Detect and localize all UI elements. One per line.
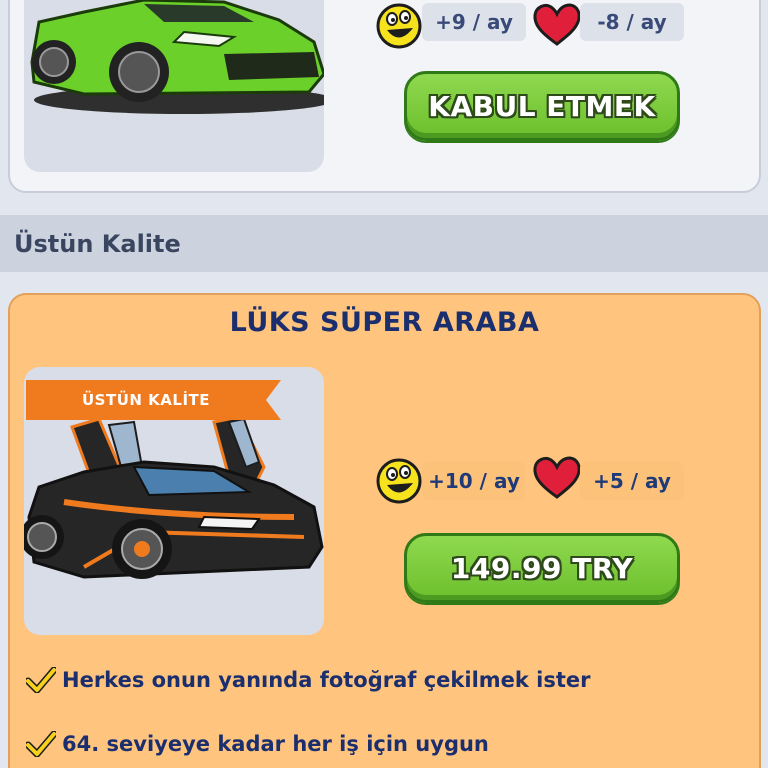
love-per-month: +5 / ay bbox=[580, 462, 684, 500]
heart-icon bbox=[533, 3, 581, 46]
accept-button[interactable]: KABUL ETMEK bbox=[404, 71, 680, 141]
feature-text: 64. seviyeye kadar her iş için uygun bbox=[62, 732, 489, 756]
heart-icon bbox=[533, 456, 581, 499]
feature-item: Herkes onun yanında fotoğraf çekilmek is… bbox=[26, 667, 591, 693]
premium-ribbon-label: ÜSTÜN KALİTE bbox=[81, 391, 211, 409]
happiness-per-month: +9 / ay bbox=[422, 3, 526, 41]
section-header-premium: Üstün Kalite bbox=[0, 215, 768, 272]
offer-card-luxury-supercar: LÜKS SÜPER ARABA ÜSTÜN KALİTE +10 / ay +… bbox=[8, 293, 761, 768]
checkmark-icon bbox=[26, 731, 56, 757]
happiness-per-month: +10 / ay bbox=[422, 462, 526, 500]
green-car-image-box bbox=[24, 0, 324, 172]
love-per-month: -8 / ay bbox=[580, 3, 684, 41]
smiley-face-icon bbox=[376, 458, 422, 504]
checkmark-icon bbox=[26, 667, 56, 693]
feature-item: 64. seviyeye kadar her iş için uygun bbox=[26, 731, 489, 757]
offer-title: LÜKS SÜPER ARABA bbox=[229, 307, 540, 338]
smiley-face-icon bbox=[376, 3, 422, 49]
feature-text: Herkes onun yanında fotoğraf çekilmek is… bbox=[62, 668, 591, 692]
offer-card-green-car: +9 / ay -8 / ay KABUL ETMEK bbox=[8, 0, 761, 193]
buy-price-button[interactable]: 149.99 TRY bbox=[404, 533, 680, 603]
green-sports-car-image bbox=[30, 0, 324, 114]
